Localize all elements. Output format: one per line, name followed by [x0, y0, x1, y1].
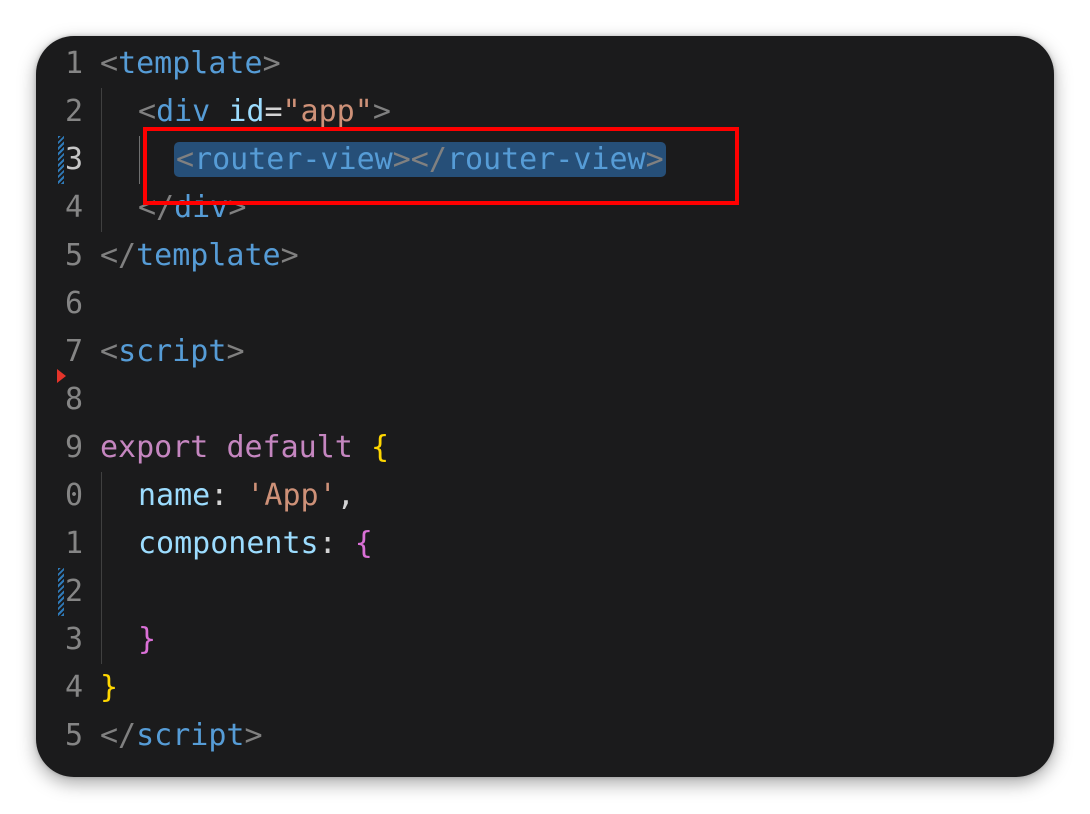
- line-number[interactable]: 4: [36, 664, 84, 712]
- code-line[interactable]: </div>: [138, 184, 246, 232]
- line-number[interactable]: 4: [36, 184, 84, 232]
- code-line[interactable]: export default {: [100, 424, 389, 472]
- code-token: script: [118, 334, 227, 369]
- line-number[interactable]: 2: [36, 88, 84, 136]
- code-line[interactable]: <script>: [100, 328, 245, 376]
- code-token: script: [136, 718, 245, 753]
- line-number[interactable]: 1: [36, 520, 84, 568]
- code-token: >: [645, 142, 664, 177]
- code-token: template: [118, 46, 263, 81]
- code-line[interactable]: name: 'App',: [138, 472, 355, 520]
- code-token: 'App': [246, 478, 337, 513]
- code-token: ,: [336, 478, 355, 513]
- code-token: :: [210, 478, 247, 513]
- code-token: router-view: [194, 142, 393, 177]
- code-token: default: [226, 430, 353, 465]
- code-token: id: [228, 94, 265, 129]
- code-line[interactable]: components: {: [138, 520, 373, 568]
- line-number[interactable]: 3: [36, 136, 84, 184]
- code-editor[interactable]: 123456789012345 <template> <div id="app">…: [36, 36, 1054, 777]
- line-number[interactable]: 6: [36, 280, 84, 328]
- code-token: template: [136, 238, 281, 273]
- line-number[interactable]: 3: [36, 616, 84, 664]
- line-number[interactable]: 5: [36, 712, 84, 760]
- code-token: </: [138, 190, 175, 225]
- code-token: <: [100, 46, 119, 81]
- code-line[interactable]: }: [138, 616, 156, 664]
- code-token: {: [370, 430, 389, 465]
- line-number[interactable]: 7: [36, 328, 84, 376]
- code-line[interactable]: <div id="app">: [138, 88, 391, 136]
- code-token: <: [138, 94, 157, 129]
- code-token: ></: [392, 142, 447, 177]
- line-number[interactable]: 9: [36, 424, 84, 472]
- line-number[interactable]: 0: [36, 472, 84, 520]
- code-token: :: [318, 526, 355, 561]
- code-token: components: [138, 526, 319, 561]
- line-number[interactable]: 1: [36, 40, 84, 88]
- text-selection[interactable]: <router-view></router-view>: [174, 142, 666, 177]
- code-token: {: [354, 526, 373, 561]
- line-number[interactable]: 8: [36, 376, 84, 424]
- code-token: </: [100, 238, 137, 273]
- code-token: >: [244, 718, 263, 753]
- code-line[interactable]: </script>: [100, 712, 263, 760]
- code-token: export: [100, 430, 209, 465]
- line-number[interactable]: 5: [36, 232, 84, 280]
- code-token: }: [138, 622, 157, 657]
- code-token: div: [174, 190, 229, 225]
- code-token: >: [228, 190, 247, 225]
- code-token: =: [264, 94, 283, 129]
- code-line[interactable]: }: [100, 664, 118, 712]
- code-token: div: [156, 94, 211, 129]
- code-line[interactable]: <template>: [100, 40, 281, 88]
- code-token: router-view: [446, 142, 646, 177]
- code-token: >: [372, 94, 391, 129]
- code-token: "app": [282, 94, 373, 129]
- code-token: name: [138, 478, 211, 513]
- code-token: </: [100, 718, 137, 753]
- code-token: >: [280, 238, 299, 273]
- line-number-gutter: 123456789012345: [36, 36, 96, 777]
- line-number[interactable]: 2: [36, 568, 84, 616]
- code-token: >: [226, 334, 245, 369]
- code-token: >: [262, 46, 281, 81]
- code-area[interactable]: <template> <div id="app"> <router-view></r…: [100, 36, 1040, 777]
- code-line[interactable]: </template>: [100, 232, 299, 280]
- code-token: <: [176, 142, 195, 177]
- code-token: <: [100, 334, 119, 369]
- code-token: }: [100, 670, 119, 705]
- code-line[interactable]: <router-view></router-view>: [174, 136, 666, 184]
